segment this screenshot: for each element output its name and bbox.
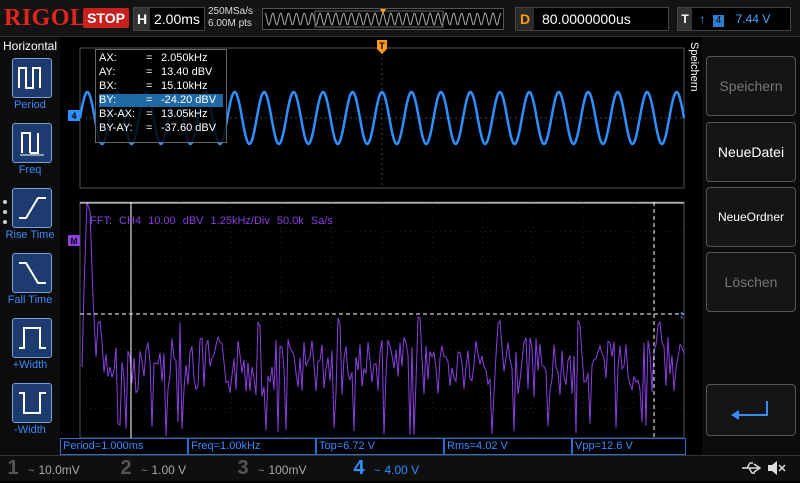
new-file-button[interactable]: NeueDatei (706, 122, 796, 182)
period-icon (18, 67, 41, 89)
rise-time-icon (19, 197, 46, 219)
positive-width-button[interactable] (12, 318, 52, 358)
save-button[interactable]: Speichern (706, 56, 796, 116)
acquisition-info: 250MSa/s 6.00M pts (208, 6, 253, 30)
channel-bar: 1 ~10.0mV 2 ~1.00 V 3 ~100mV 4 ~4.00 V (0, 455, 800, 481)
fft-spectrum (81, 201, 685, 436)
cursor-updown-icon: ↕ (679, 309, 685, 321)
positive-width-label: +Width (12, 359, 48, 371)
channel-1-status[interactable]: 1 ~10.0mV (2, 456, 112, 480)
fft-info: FFT: CH4 10.00 dBV 1.25kHz/Div 50.0k Sa/… (90, 215, 333, 227)
measurement-vpp[interactable]: Vpp=12.6 V (572, 438, 686, 455)
freq-button[interactable] (12, 123, 52, 163)
measurement-period[interactable]: Period=1.000ms (60, 438, 188, 455)
measurement-freq[interactable]: Freq=1.00kHz (188, 438, 316, 455)
horizontal-menu-title: Horizontal (2, 39, 58, 53)
channel-3-status[interactable]: 3 ~100mV (232, 456, 342, 480)
negative-width-button[interactable] (12, 383, 52, 423)
trigger-level: 7.44 V (735, 12, 771, 26)
trigger-marker-label: T (379, 41, 385, 51)
freq-icon (20, 132, 44, 156)
rising-edge-icon: ↑ (699, 12, 706, 26)
channel-2-status[interactable]: 2 ~1.00 V (115, 456, 225, 480)
memory-waveform (264, 9, 502, 28)
trigger-display[interactable]: T ↑ 4 7.44 V (677, 7, 791, 31)
fall-time-label: Fall Time (7, 294, 53, 306)
cursor-row-ax: AX: = 2.050kHz (99, 52, 208, 64)
memory-overview (262, 8, 504, 30)
waveform-area[interactable]: ↕ T 4 M FFT: CH4 10.00 dBV 1.25kHz/Div 5… (60, 37, 688, 455)
trigger-label: T (678, 8, 692, 30)
timebase-label: H (134, 8, 150, 30)
period-label: Period (14, 99, 46, 111)
rise-time-button[interactable] (12, 188, 52, 228)
menu-page-dot (3, 200, 7, 204)
memory-depth: 6.00M pts (208, 18, 252, 29)
svg-text:Speichern: Speichern (688, 42, 700, 92)
back-button[interactable] (706, 384, 796, 436)
cursor-readout: AX: = 2.050kHz AY: = 13.40 dBV BX: = 15.10kHz … (95, 49, 227, 143)
fall-time-button[interactable] (12, 253, 52, 293)
timebase-value: 2.00ms (154, 11, 200, 27)
new-folder-button[interactable]: NeueOrdner (706, 187, 796, 247)
trigger-source: 4 (712, 15, 725, 27)
return-arrow-icon (731, 401, 768, 420)
period-button[interactable] (12, 58, 52, 98)
delay-label: D (516, 8, 534, 30)
speaker-mute-icon[interactable] (766, 459, 788, 477)
cursor-row-by-ay: BY-AY: = -37.60 dBV (99, 122, 217, 134)
menu-page-dot (3, 220, 7, 224)
negative-width-icon (19, 392, 46, 414)
delay-display[interactable]: D 80.0000000us (515, 7, 669, 31)
menu-page-dot (3, 210, 7, 214)
fall-time-icon (19, 262, 46, 284)
math-marker-label: M (71, 237, 78, 246)
cursor-row-ay: AY: = 13.40 dBV (99, 66, 213, 78)
cursor-row-bx-ax: BX-AX: = 13.05kHz (99, 108, 208, 120)
save-menu-title: Speichern (688, 42, 700, 92)
channel-4-status[interactable]: 4 ~4.00 V (348, 456, 458, 480)
rise-time-label: Rise Time (5, 229, 55, 241)
usb-icon (742, 462, 762, 474)
freq-label: Freq (18, 164, 42, 176)
sample-rate: 250MSa/s (208, 6, 254, 17)
measurement-bar: Period=1.000ms Freq=1.00kHz Top=6.72 V R… (60, 438, 688, 455)
positive-width-icon (19, 327, 46, 349)
delete-button[interactable]: Löschen (706, 252, 796, 312)
cursor-row-bx: BX: = 15.10kHz (99, 80, 208, 92)
brand-logo: RIGOL (4, 5, 87, 31)
run-stop-indicator[interactable]: STOP (83, 8, 129, 28)
timebase-display[interactable]: H 2.00ms (133, 7, 205, 31)
delay-value: 80.0000000us (542, 11, 631, 27)
measurement-rms[interactable]: Rms=4.02 V (444, 438, 572, 455)
negative-width-label: -Width (14, 424, 46, 436)
ch4-marker-label: 4 (71, 111, 76, 121)
measurement-top[interactable]: Top=6.72 V (316, 438, 444, 455)
cursor-row-by: BY: = -24.20 dBV (99, 94, 223, 107)
